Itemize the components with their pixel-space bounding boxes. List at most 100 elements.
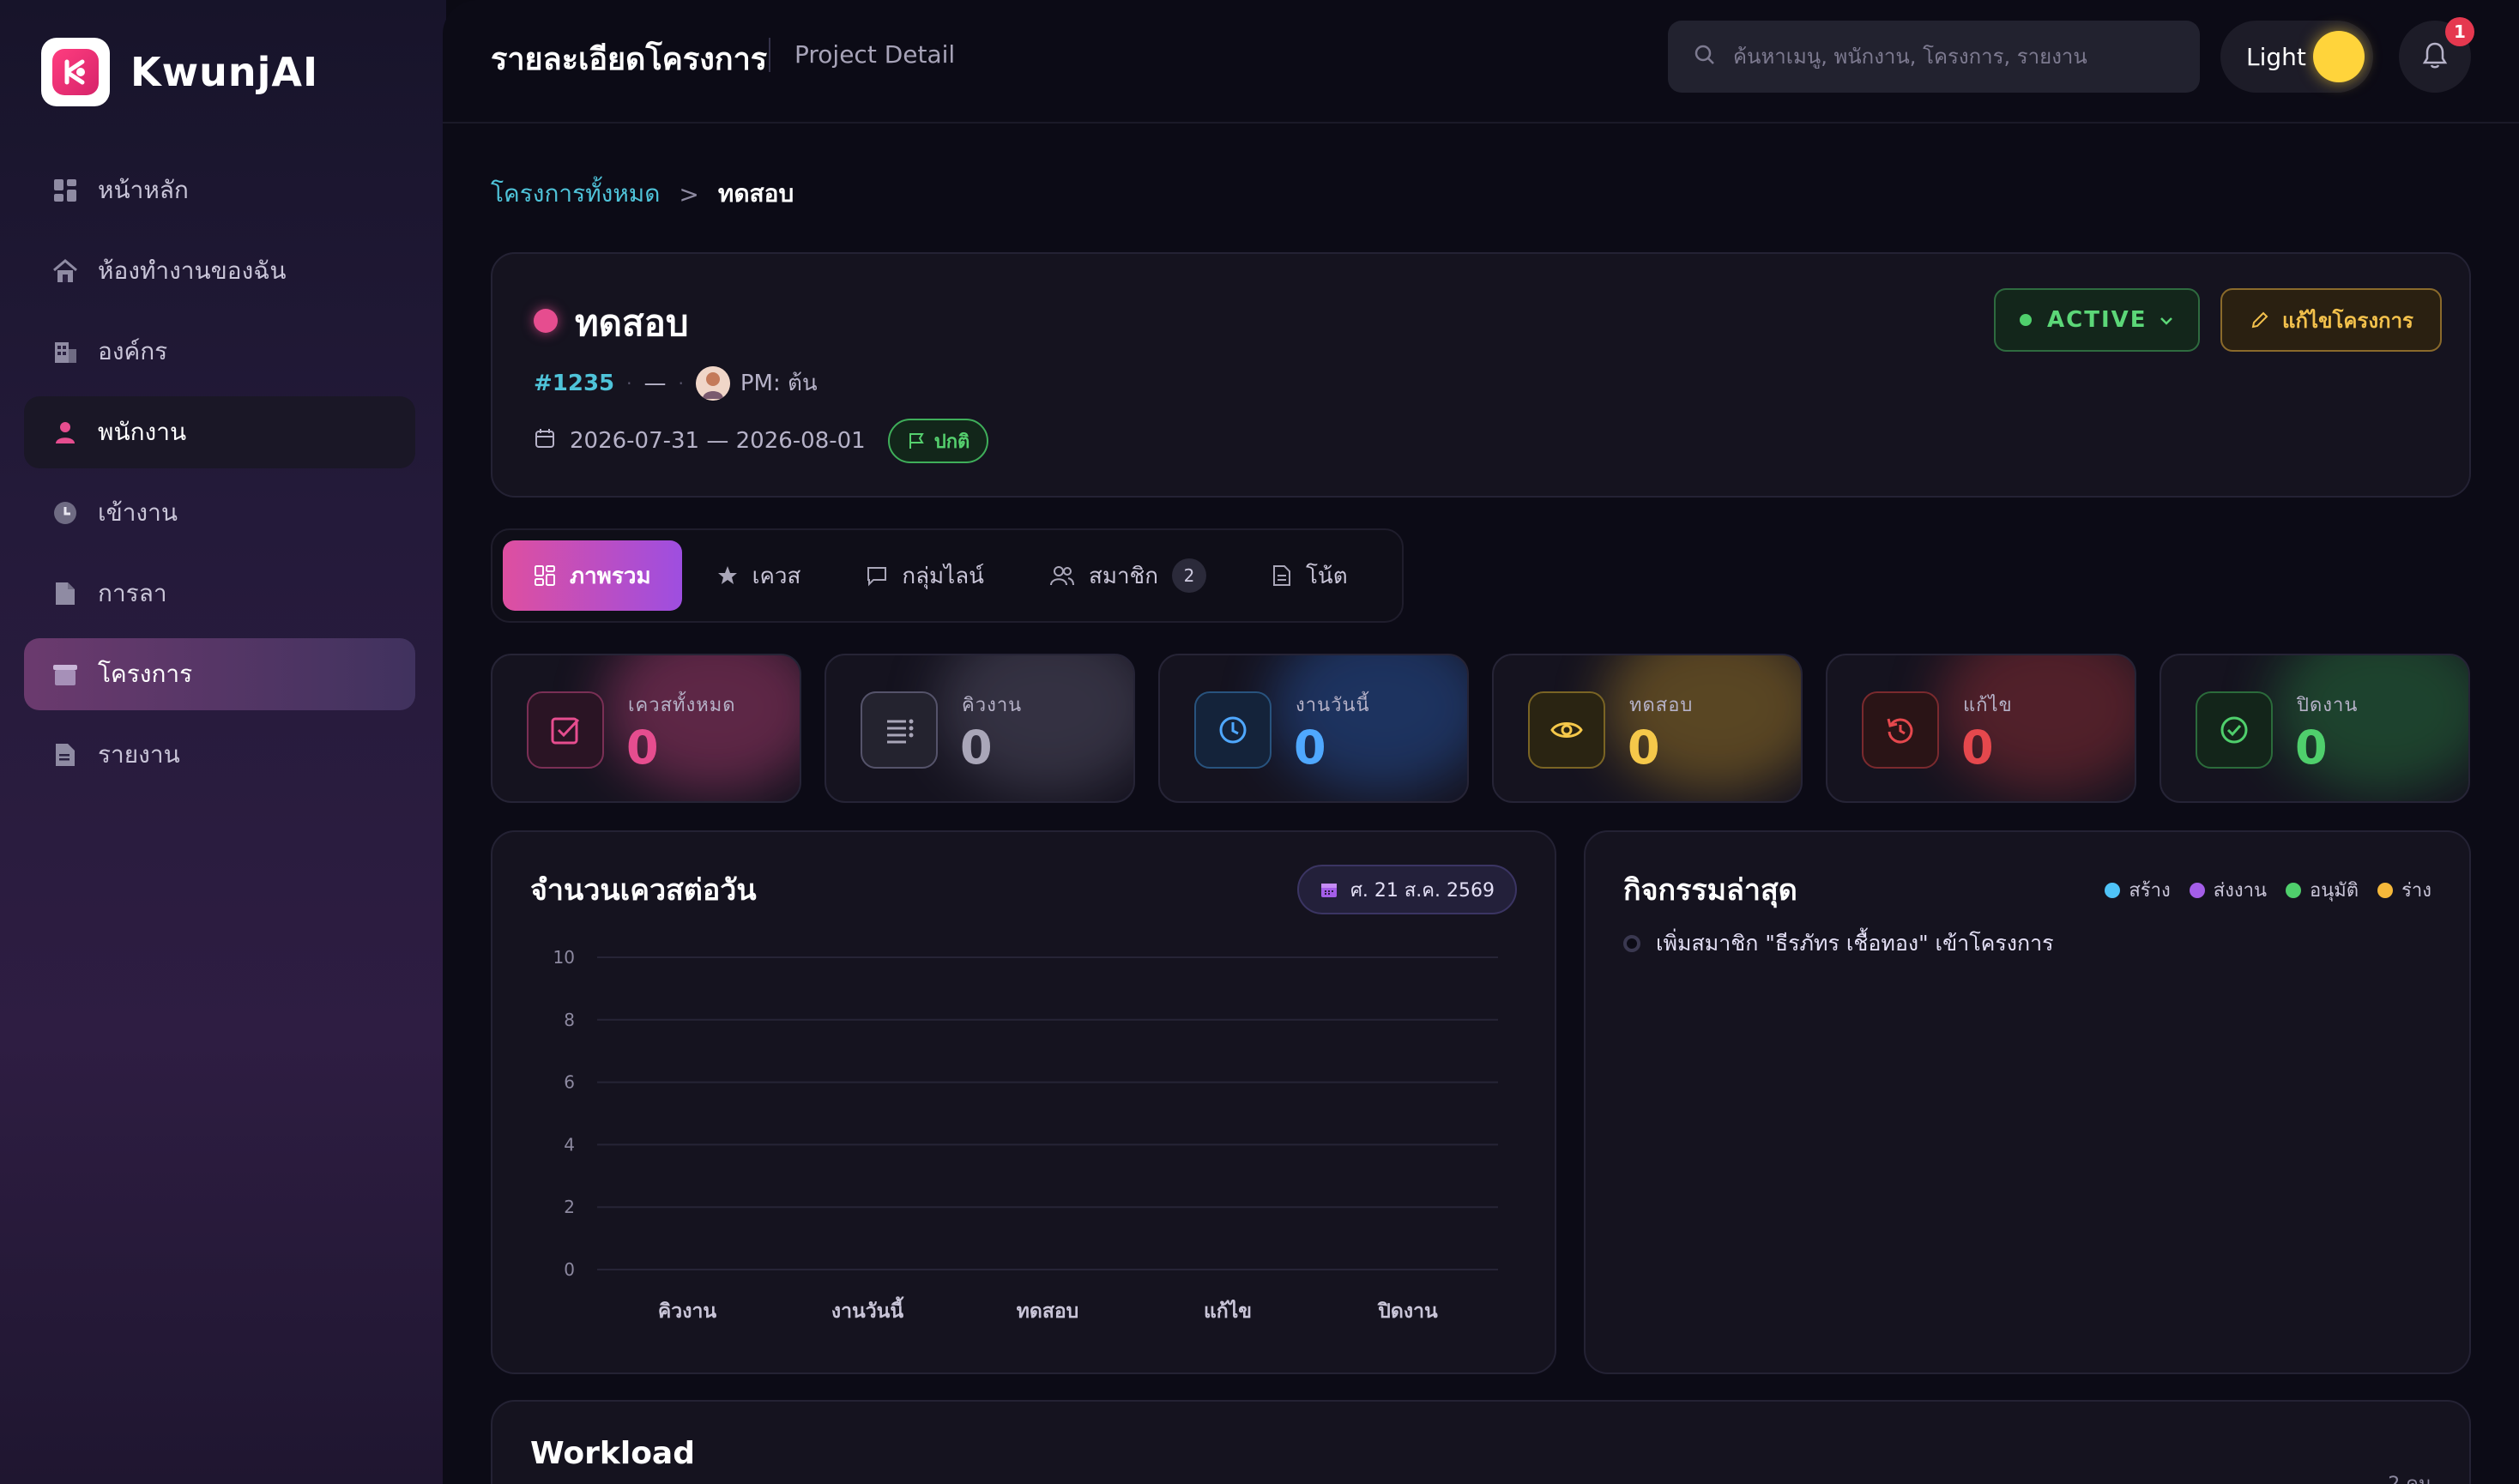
tab-overview[interactable]: ภาพรวม (503, 540, 682, 611)
activity-legend: สร้าง ส่งงาน อนุมัติ ร่าง (2086, 875, 2431, 905)
project-name: ทดสอบ (575, 302, 689, 344)
sidebar-item-attendance[interactable]: เข้างาน (24, 477, 415, 549)
brand[interactable]: KwunjAI (41, 38, 318, 106)
legend-label: ร่าง (2401, 880, 2431, 902)
sidebar-item-label: ห้องทำงานของฉัน (98, 256, 287, 285)
y-tick-label: 10 (553, 947, 575, 968)
status-dot (2020, 314, 2032, 326)
breadcrumb-current: ทดสอบ (717, 179, 794, 208)
tab-label: สมาชิก (1088, 563, 1158, 589)
stat-card-testing[interactable]: ทดสอบ 0 (1492, 654, 1803, 803)
sidebar-item-projects[interactable]: โครงการ (24, 638, 415, 710)
tab-members[interactable]: สมาชิก 2 (1018, 540, 1237, 611)
clock-icon (1194, 691, 1272, 769)
sidebar-item-label: เข้างาน (98, 498, 178, 527)
stat-card-closed[interactable]: ปิดงาน 0 (2160, 654, 2470, 803)
project-pm: PM: ต้น (740, 371, 818, 396)
notification-badge: 1 (2445, 17, 2474, 46)
sidebar-item-label: หน้าหลัก (98, 176, 189, 204)
sidebar-item-home[interactable]: หน้าหลัก (24, 154, 415, 226)
project-date-range: 2026-07-31 — 2026-08-01 (570, 428, 866, 454)
legend-label: ส่งงาน (2213, 880, 2268, 902)
sidebar-item-reports[interactable]: รายงาน (24, 719, 415, 791)
sidebar-item-label: พนักงาน (98, 418, 187, 446)
main-content: รายละเอียดโครงการ Project Detail Light 1… (443, 0, 2519, 1484)
workload-title: Workload (530, 1436, 695, 1471)
stat-value: 0 (626, 721, 659, 775)
project-meta: #1235 · — · PM: ต้น (534, 365, 818, 401)
check-circle-icon (2196, 691, 2273, 769)
project-dates: 2026-07-31 — 2026-08-01 ปกติ (534, 419, 989, 463)
activity-item: เพิ่มสมาชิก "ธีรภัทร เชื้อทอง" เข้าโครงก… (1623, 926, 2054, 961)
bell-icon (2421, 40, 2449, 73)
status-dropdown[interactable]: ACTIVE (1994, 288, 2200, 352)
document-icon (50, 578, 81, 609)
star-icon (716, 564, 752, 587)
y-tick-label: 2 (564, 1197, 575, 1217)
stat-card-today[interactable]: งานวันนี้ 0 (1158, 654, 1469, 803)
tab-notes[interactable]: โน้ต (1241, 540, 1379, 611)
tab-line-groups[interactable]: กลุ่มไลน์ (835, 540, 1015, 611)
stat-value: 0 (1628, 721, 1660, 775)
stat-value: 0 (1961, 721, 1994, 775)
stat-card-fix[interactable]: แก้ไข 0 (1826, 654, 2136, 803)
legend-item-approve: อนุมัติ (2286, 875, 2359, 905)
sidebar: KwunjAI หน้าหลัก ห้องทำงานของฉัน องค์กร … (0, 0, 446, 1484)
recent-activity-card: กิจกรรมล่าสุด สร้าง ส่งงาน อนุมัติ ร่าง … (1584, 830, 2471, 1374)
sidebar-item-label: องค์กร (98, 337, 168, 365)
quests-per-day-chart-card: จำนวนเควสต่อวัน ศ. 21 ส.ค. 2569 0 2 4 6 8 10 ค… (491, 830, 1556, 1374)
chevron-down-icon (2157, 311, 2176, 336)
sidebar-nav: หน้าหลัก ห้องทำงานของฉัน องค์กร พนักงาน … (24, 154, 415, 799)
edit-project-button[interactable]: แก้ไขโครงการ (2220, 288, 2442, 352)
theme-toggle[interactable]: Light (2220, 21, 2373, 93)
tab-label: เควส (752, 563, 801, 589)
legend-item-draft: ร่าง (2377, 875, 2431, 905)
project-status-dot (534, 309, 558, 333)
home-icon (50, 256, 81, 287)
app-logo-icon (41, 38, 110, 106)
list-icon (861, 691, 938, 769)
priority-badge: ปกติ (887, 419, 989, 463)
eye-icon (1528, 691, 1605, 769)
calendar-icon (534, 427, 556, 455)
sidebar-item-employees[interactable]: พนักงาน (24, 396, 415, 468)
activity-title: กิจกรรมล่าสุด (1623, 873, 1797, 908)
notification-button[interactable]: 1 (2399, 17, 2474, 93)
tab-label: กลุ่มไลน์ (902, 563, 984, 589)
sidebar-item-leave[interactable]: การลา (24, 558, 415, 630)
y-tick-label: 6 (564, 1072, 575, 1093)
avatar (695, 365, 730, 401)
grid-icon (534, 564, 570, 587)
tab-quests[interactable]: เควส (686, 540, 832, 611)
project-header-card: ทดสอบ #1235 · — · PM: ต้น 2026-07-31 — 2… (491, 252, 2471, 498)
stat-label: ทดสอบ (1629, 695, 1694, 716)
report-icon (50, 739, 81, 770)
sidebar-item-label: รายงาน (98, 740, 180, 769)
pencil-icon (2250, 310, 2282, 330)
search-box[interactable] (1668, 21, 2200, 93)
stat-label: คิวงาน (962, 695, 1023, 716)
breadcrumb-link-all-projects[interactable]: โครงการทั้งหมด (491, 175, 660, 213)
project-id: #1235 (534, 370, 615, 396)
workload-card: Workload 2 คน (491, 1400, 2471, 1484)
project-meta-dash: — (643, 370, 667, 396)
member-count-badge: 2 (1171, 558, 1206, 593)
folder-icon (50, 659, 81, 690)
legend-label: สร้าง (2129, 880, 2171, 902)
page-subtitle: Project Detail (769, 38, 955, 72)
stat-card-queue[interactable]: คิวงาน 0 (825, 654, 1135, 803)
sidebar-item-organization[interactable]: องค์กร (24, 316, 415, 388)
stat-card-total-quests[interactable]: เควสทั้งหมด 0 (491, 654, 801, 803)
legend-label: อนุมัติ (2310, 880, 2359, 902)
tab-label: โน้ต (1305, 563, 1348, 589)
search-input[interactable] (1733, 45, 2179, 69)
sidebar-item-my-workspace[interactable]: ห้องทำงานของฉัน (24, 235, 415, 307)
stat-label: ปิดงาน (2297, 695, 2359, 716)
activity-text: เพิ่มสมาชิก "ธีรภัทร เชื้อทอง" เข้าโครงก… (1656, 931, 2054, 956)
stat-value: 0 (960, 721, 993, 775)
page-title: รายละเอียดโครงการ (491, 42, 768, 77)
stat-value: 0 (2295, 721, 2328, 775)
y-tick-label: 0 (564, 1259, 575, 1280)
stat-cards: เควสทั้งหมด 0 คิวงาน 0 งานวันนี้ 0 ทดสอบ (491, 654, 2471, 803)
theme-toggle-label: Light (2246, 42, 2306, 71)
